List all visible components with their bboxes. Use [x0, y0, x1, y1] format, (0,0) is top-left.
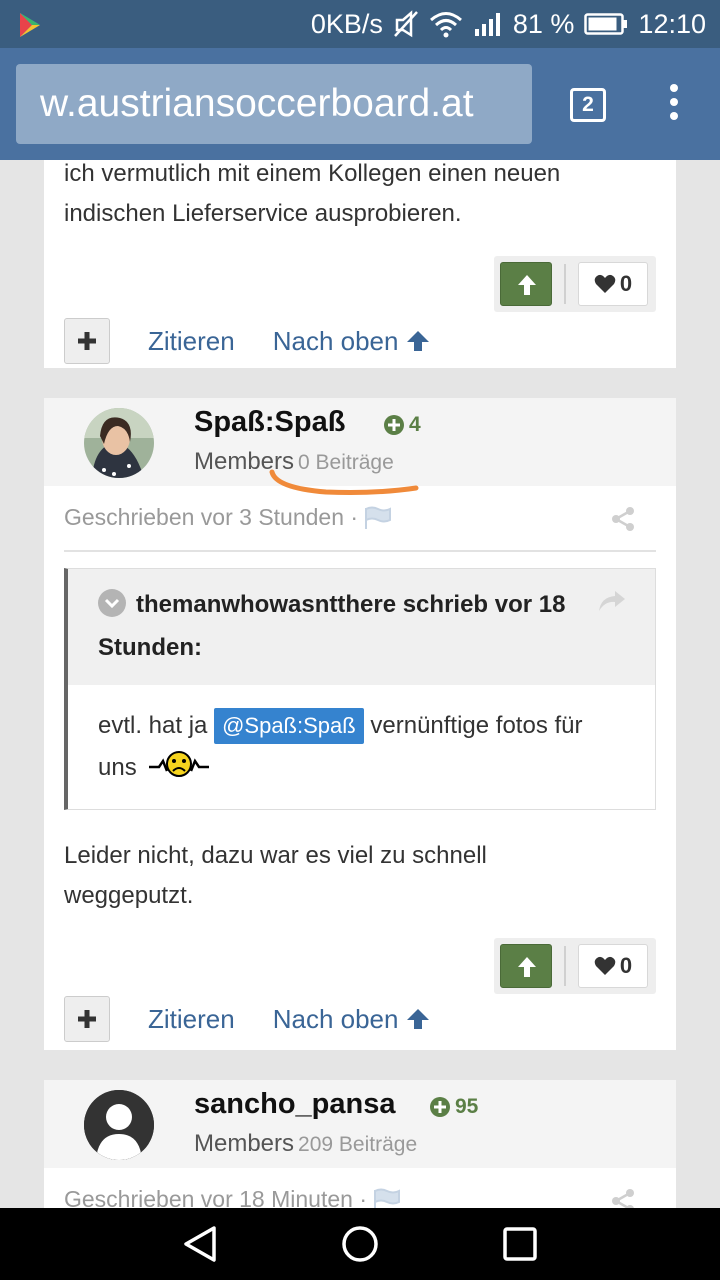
plus-icon: [78, 1010, 96, 1028]
status-bar: 0KB/s 81 % 12:10: [0, 0, 720, 48]
browser-toolbar: w.austriansoccerboard.at 2: [0, 48, 720, 160]
play-store-icon: [20, 13, 40, 37]
arrow-up-icon: [518, 275, 536, 295]
back-to-top-link[interactable]: Nach oben: [273, 326, 431, 357]
upvote-button[interactable]: [500, 944, 552, 988]
mention-link[interactable]: @Spaß:Spaß: [214, 708, 364, 744]
system-navigation-bar: [0, 1208, 720, 1280]
mute-icon: [393, 10, 418, 38]
divider: [564, 264, 566, 304]
signal-icon: [474, 13, 500, 36]
post-card-previous: ich vermutlich mit einem Kollegen einen …: [44, 160, 676, 368]
tab-switcher-button[interactable]: 2: [570, 88, 606, 122]
net-speed: 0KB/s: [310, 8, 383, 39]
heart-icon: [594, 956, 616, 975]
go-to-quote-icon[interactable]: [597, 589, 627, 613]
share-icon[interactable]: [610, 506, 636, 532]
back-icon[interactable]: [180, 1224, 220, 1264]
back-to-top-link[interactable]: Nach oben: [273, 1004, 431, 1035]
arrow-up-icon: [407, 1009, 430, 1029]
arrow-up-icon: [518, 957, 536, 977]
quote-header-text: themanwhowasntthere schrieb vor 18 Stund…: [98, 591, 566, 661]
multiquote-button[interactable]: [64, 996, 110, 1042]
report-flag-icon[interactable]: [364, 506, 392, 530]
post-meta: Geschrieben vor 18 Minuten ·: [64, 1186, 401, 1208]
annotation-underline: [269, 469, 419, 495]
post-text: ich vermutlich mit einem Kollegen einen …: [64, 160, 561, 227]
post-meta: Geschrieben vor 3 Stunden ·: [64, 504, 392, 531]
reputation-value: 95: [455, 1095, 479, 1118]
post-count: 209 Beiträge: [298, 1133, 418, 1156]
quote-body: evtl. hat ja @Spaß:Spaß vernünftige foto…: [68, 685, 655, 817]
post-actions: Zitieren Nach oben: [64, 318, 430, 364]
heart-icon: [594, 274, 616, 293]
multiquote-button[interactable]: [64, 318, 110, 364]
plus-icon: [78, 332, 96, 350]
back-to-top-label: Nach oben: [272, 1003, 399, 1034]
post-date: Geschrieben vor 3 Stunden ·: [64, 504, 359, 530]
arrow-up-icon: [407, 331, 430, 351]
group-name: Members: [194, 1130, 295, 1157]
wifi-icon: [429, 12, 462, 38]
back-to-top-label: Nach oben: [272, 325, 399, 356]
divider: [64, 550, 656, 552]
default-user-icon: [84, 1090, 154, 1160]
chevron-down-icon[interactable]: [98, 589, 126, 617]
like-count: 0: [619, 271, 633, 296]
quote-link[interactable]: Zitieren: [148, 1004, 235, 1035]
post-text: Leider nicht, dazu war es viel zu schnel…: [64, 842, 487, 909]
quote-header: themanwhowasntthere schrieb vor 18 Stund…: [68, 569, 655, 685]
home-icon[interactable]: [340, 1224, 380, 1264]
divider: [564, 946, 566, 986]
quote-link[interactable]: Zitieren: [148, 326, 235, 357]
post-card-next: sancho_pansa 95 Members 209 Beiträge Gesc…: [44, 1080, 676, 1208]
reaction-bar: 0: [494, 256, 656, 312]
overflow-menu-icon[interactable]: [664, 84, 684, 124]
recents-icon[interactable]: [500, 1224, 540, 1264]
post-actions: Zitieren Nach oben: [64, 996, 430, 1042]
emoji-sad-icon: [149, 751, 210, 777]
reputation-value: 4: [409, 413, 421, 436]
upvote-button[interactable]: [500, 262, 552, 306]
post-date: Geschrieben vor 18 Minuten ·: [64, 1186, 367, 1208]
battery-percent: 81 %: [512, 8, 575, 39]
author-header: sancho_pansa 95 Members 209 Beiträge: [44, 1080, 676, 1168]
plus-circle-icon: [384, 415, 404, 435]
reputation-badge: 4: [384, 413, 421, 437]
reaction-bar: 0: [494, 938, 656, 994]
battery-icon: [584, 13, 628, 35]
member-group: Members 209 Beiträge: [194, 1130, 417, 1158]
like-button[interactable]: 0: [578, 262, 648, 306]
reputation-badge: 95: [430, 1095, 478, 1119]
like-count: 0: [619, 953, 633, 978]
avatar[interactable]: [84, 1090, 154, 1160]
author-header: Spaß:Spaß 4 Members 0 Beiträge: [44, 398, 676, 495]
report-flag-icon[interactable]: [373, 1188, 401, 1209]
post-card: Spaß:Spaß 4 Members 0 Beiträge Geschriebe…: [44, 398, 676, 1050]
quote-text-before: evtl. hat ja: [98, 712, 208, 739]
user-photo-icon: [84, 408, 154, 478]
url-bar[interactable]: w.austriansoccerboard.at: [16, 64, 532, 144]
author-name[interactable]: Spaß:Spaß: [194, 406, 345, 439]
page-content: ich vermutlich mit einem Kollegen einen …: [0, 160, 720, 1208]
avatar[interactable]: [84, 408, 154, 478]
share-icon[interactable]: [610, 1188, 636, 1208]
like-button[interactable]: 0: [578, 944, 648, 988]
clock: 12:10: [638, 8, 706, 39]
quote-block: themanwhowasntthere schrieb vor 18 Stund…: [64, 568, 656, 810]
author-name[interactable]: sancho_pansa: [194, 1088, 395, 1121]
plus-circle-icon: [430, 1097, 450, 1117]
